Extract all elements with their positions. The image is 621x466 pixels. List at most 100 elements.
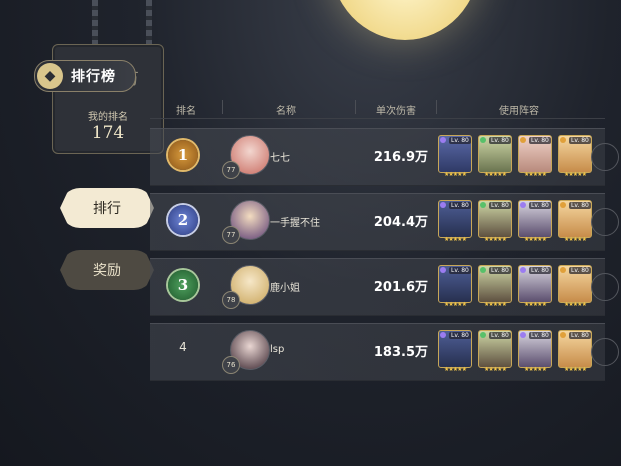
element-icon bbox=[520, 202, 526, 208]
card-level: Lv. 80 bbox=[529, 267, 551, 274]
star-rating: ★★★★★ bbox=[524, 236, 547, 243]
leaderboard-row[interactable]: 4 76 lsp 183.5万 Lv. 80 ★★★★★ Lv. 80 ★★★★★ … bbox=[150, 323, 619, 381]
single-damage-value: 201.6万 bbox=[373, 280, 428, 295]
leaderboard-row[interactable]: 1 77 七七 216.9万 Lv. 80 ★★★★★ Lv. 80 ★★★★★ L… bbox=[150, 128, 619, 186]
element-icon bbox=[520, 332, 526, 338]
element-icon bbox=[520, 267, 526, 273]
player-name: 鹿小姐 bbox=[270, 283, 300, 294]
card-level: Lv. 80 bbox=[449, 137, 471, 144]
star-rating: ★★★★★ bbox=[484, 171, 507, 178]
card-level: Lv. 80 bbox=[489, 332, 511, 339]
rank-number: 4 bbox=[179, 340, 187, 354]
card-level: Lv. 80 bbox=[489, 267, 511, 274]
player-level-badge: 78 bbox=[222, 291, 240, 309]
card-level: Lv. 80 bbox=[529, 202, 551, 209]
element-icon bbox=[480, 267, 486, 273]
element-icon bbox=[440, 137, 446, 143]
row-end-ornament bbox=[591, 338, 619, 366]
element-icon bbox=[520, 137, 526, 143]
card-level: Lv. 80 bbox=[569, 267, 591, 274]
star-rating: ★★★★★ bbox=[564, 236, 587, 243]
star-rating: ★★★★★ bbox=[564, 171, 587, 178]
star-rating: ★★★★★ bbox=[484, 366, 507, 373]
card-level: Lv. 80 bbox=[449, 332, 471, 339]
card-level: Lv. 80 bbox=[529, 137, 551, 144]
card-level: Lv. 80 bbox=[489, 137, 511, 144]
leaderboard-emblem-icon: ◆ bbox=[37, 63, 63, 89]
player-level-badge: 77 bbox=[222, 161, 240, 179]
header-divider bbox=[436, 100, 437, 114]
card-level: Lv. 80 bbox=[569, 332, 591, 339]
team-card[interactable]: Lv. 80 ★★★★★ bbox=[518, 265, 552, 308]
element-icon bbox=[560, 202, 566, 208]
element-icon bbox=[560, 267, 566, 273]
element-icon bbox=[440, 267, 446, 273]
star-rating: ★★★★★ bbox=[564, 366, 587, 373]
team-card[interactable]: Lv. 80 ★★★★★ bbox=[478, 135, 512, 178]
player-name: lsp bbox=[270, 344, 285, 355]
star-rating: ★★★★★ bbox=[444, 236, 467, 243]
team-lineup: Lv. 80 ★★★★★ Lv. 80 ★★★★★ Lv. 80 ★★★★★ Lv. … bbox=[438, 200, 592, 243]
card-level: Lv. 80 bbox=[489, 202, 511, 209]
header-underline bbox=[150, 118, 605, 119]
tab-ranking[interactable]: 排行 bbox=[60, 188, 154, 228]
team-card[interactable]: Lv. 80 ★★★★★ bbox=[438, 265, 472, 308]
team-card[interactable]: Lv. 80 ★★★★★ bbox=[438, 135, 472, 178]
team-card[interactable]: Lv. 80 ★★★★★ bbox=[478, 200, 512, 243]
card-level: Lv. 80 bbox=[529, 332, 551, 339]
team-card[interactable]: Lv. 80 ★★★★★ bbox=[558, 265, 592, 308]
team-card[interactable]: Lv. 80 ★★★★★ bbox=[558, 330, 592, 373]
column-header-name: 名称 bbox=[276, 106, 296, 117]
my-rank-value: 174 bbox=[91, 123, 125, 143]
player-name: 一手握不住 bbox=[270, 218, 320, 229]
team-card[interactable]: Lv. 80 ★★★★★ bbox=[518, 200, 552, 243]
card-level: Lv. 80 bbox=[569, 202, 591, 209]
moon-decoration bbox=[330, 0, 480, 40]
row-end-ornament bbox=[591, 143, 619, 171]
player-name: 七七 bbox=[270, 153, 290, 164]
star-rating: ★★★★★ bbox=[484, 236, 507, 243]
element-icon bbox=[480, 137, 486, 143]
element-icon bbox=[440, 332, 446, 338]
team-card[interactable]: Lv. 80 ★★★★★ bbox=[438, 200, 472, 243]
page-title: 排行榜 bbox=[71, 69, 116, 85]
element-icon bbox=[560, 137, 566, 143]
star-rating: ★★★★★ bbox=[524, 301, 547, 308]
tab-rewards[interactable]: 奖励 bbox=[60, 250, 154, 290]
card-level: Lv. 80 bbox=[569, 137, 591, 144]
row-end-ornament bbox=[591, 208, 619, 236]
star-rating: ★★★★★ bbox=[444, 301, 467, 308]
leaderboard-row[interactable]: 2 77 一手握不住 204.4万 Lv. 80 ★★★★★ Lv. 80 ★★★★… bbox=[150, 193, 619, 251]
gold-medal-icon: 1 bbox=[168, 140, 198, 170]
star-rating: ★★★★★ bbox=[564, 301, 587, 308]
my-rank-label: 我的排名 bbox=[88, 112, 128, 123]
element-icon bbox=[560, 332, 566, 338]
team-card[interactable]: Lv. 80 ★★★★★ bbox=[558, 135, 592, 178]
column-header-damage: 单次伤害 bbox=[376, 106, 416, 117]
team-card[interactable]: Lv. 80 ★★★★★ bbox=[438, 330, 472, 373]
team-card[interactable]: Lv. 80 ★★★★★ bbox=[478, 330, 512, 373]
card-level: Lv. 80 bbox=[449, 267, 471, 274]
card-level: Lv. 80 bbox=[449, 202, 471, 209]
header-divider bbox=[222, 100, 223, 114]
leaderboard-row[interactable]: 3 78 鹿小姐 201.6万 Lv. 80 ★★★★★ Lv. 80 ★★★★★ … bbox=[150, 258, 619, 316]
star-rating: ★★★★★ bbox=[444, 366, 467, 373]
single-damage-value: 216.9万 bbox=[373, 150, 428, 165]
element-icon bbox=[480, 332, 486, 338]
single-damage-value: 204.4万 bbox=[373, 215, 428, 230]
team-card[interactable]: Lv. 80 ★★★★★ bbox=[518, 330, 552, 373]
team-card[interactable]: Lv. 80 ★★★★★ bbox=[558, 200, 592, 243]
team-card[interactable]: Lv. 80 ★★★★★ bbox=[518, 135, 552, 178]
element-icon bbox=[440, 202, 446, 208]
team-card[interactable]: Lv. 80 ★★★★★ bbox=[478, 265, 512, 308]
column-header-rank: 排名 bbox=[176, 106, 196, 117]
leaderboard-title-badge: ◆ 排行榜 bbox=[34, 60, 136, 92]
column-header-team: 使用阵容 bbox=[499, 106, 539, 117]
star-rating: ★★★★★ bbox=[444, 171, 467, 178]
team-lineup: Lv. 80 ★★★★★ Lv. 80 ★★★★★ Lv. 80 ★★★★★ Lv. … bbox=[438, 330, 592, 373]
player-level-badge: 77 bbox=[222, 226, 240, 244]
star-rating: ★★★★★ bbox=[524, 171, 547, 178]
team-lineup: Lv. 80 ★★★★★ Lv. 80 ★★★★★ Lv. 80 ★★★★★ Lv. … bbox=[438, 135, 592, 178]
single-damage-value: 183.5万 bbox=[373, 345, 428, 360]
player-level-badge: 76 bbox=[222, 356, 240, 374]
